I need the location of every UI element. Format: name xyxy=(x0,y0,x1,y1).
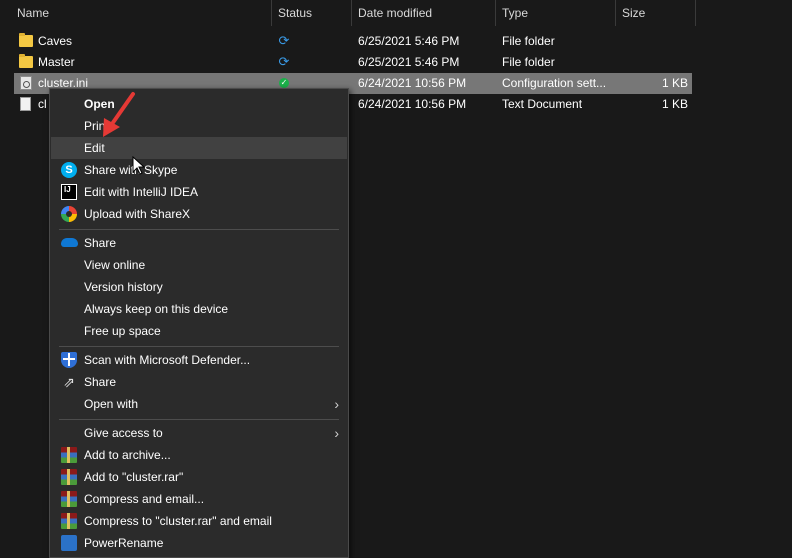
menu-item-edit[interactable]: Edit xyxy=(51,137,347,159)
menu-item-label: PowerRename xyxy=(84,536,164,550)
menu-item-label: Add to "cluster.rar" xyxy=(84,470,184,484)
menu-item-label: Compress and email... xyxy=(84,492,205,506)
menu-item-share[interactable]: ⇗ Share xyxy=(51,371,347,393)
file-name: Master xyxy=(38,55,75,69)
share-icon: ⇗ xyxy=(63,374,75,390)
menu-item-edit-intellij[interactable]: IJ Edit with IntelliJ IDEA xyxy=(51,181,347,203)
defender-shield-icon xyxy=(61,352,77,368)
menu-item-print[interactable]: Print xyxy=(51,115,347,137)
menu-separator xyxy=(59,346,339,347)
file-type: Configuration sett... xyxy=(502,76,607,90)
menu-item-always-keep[interactable]: Always keep on this device xyxy=(51,298,347,320)
chevron-right-icon: › xyxy=(334,396,339,412)
menu-item-label: Edit with IntelliJ IDEA xyxy=(84,185,199,199)
menu-item-share-skype[interactable]: S Share with Skype xyxy=(51,159,347,181)
menu-item-label: Edit xyxy=(84,141,105,155)
menu-item-view-online[interactable]: View online xyxy=(51,254,347,276)
menu-item-compress-email[interactable]: Compress and email... xyxy=(51,488,347,510)
column-date-modified[interactable]: Date modified xyxy=(352,0,495,26)
sync-pending-icon: ⟳ xyxy=(278,33,290,48)
file-row[interactable]: Caves ⟳ 6/25/2021 5:46 PM File folder xyxy=(14,31,692,52)
menu-separator xyxy=(59,419,339,420)
sharex-icon xyxy=(61,206,77,222)
sort-ascending-icon: ⌃ xyxy=(136,0,145,7)
menu-item-label: Share xyxy=(84,236,117,250)
folder-icon xyxy=(19,54,33,68)
sync-pending-icon: ⟳ xyxy=(278,54,290,69)
menu-item-open-with[interactable]: Open with › xyxy=(51,393,347,415)
menu-separator xyxy=(59,229,339,230)
menu-item-label: Free up space xyxy=(84,324,161,338)
skype-icon: S xyxy=(61,162,77,178)
menu-item-label: Share xyxy=(84,375,117,389)
file-date: 6/24/2021 10:56 PM xyxy=(358,76,467,90)
column-header: Name ⌃ Status Date modified Type Size xyxy=(0,0,792,26)
menu-item-label: Scan with Microsoft Defender... xyxy=(84,353,251,367)
winrar-icon xyxy=(61,469,77,485)
menu-item-power-rename[interactable]: PowerRename xyxy=(51,532,347,554)
menu-item-free-up-space[interactable]: Free up space xyxy=(51,320,347,342)
menu-item-upload-sharex[interactable]: Upload with ShareX xyxy=(51,203,347,225)
menu-item-label: Open with xyxy=(84,397,139,411)
mouse-cursor-icon xyxy=(132,156,146,175)
file-size xyxy=(620,31,688,52)
file-date: 6/25/2021 5:46 PM xyxy=(358,34,460,48)
menu-item-label: Open xyxy=(84,97,115,111)
column-type[interactable]: Type xyxy=(496,0,615,26)
file-date: 6/25/2021 5:46 PM xyxy=(358,55,460,69)
file-type: File folder xyxy=(502,55,555,69)
menu-item-compress-cluster-email[interactable]: Compress to "cluster.rar" and email xyxy=(51,510,347,532)
folder-icon xyxy=(19,33,33,47)
file-size: 1 KB xyxy=(661,97,688,111)
menu-item-add-cluster-rar[interactable]: Add to "cluster.rar" xyxy=(51,466,347,488)
menu-item-label: View online xyxy=(84,258,146,272)
menu-item-label: Give access to xyxy=(84,426,163,440)
file-row[interactable]: Master ⟳ 6/25/2021 5:46 PM File folder xyxy=(14,52,692,73)
winrar-icon xyxy=(61,491,77,507)
menu-item-give-access[interactable]: Give access to › xyxy=(51,422,347,444)
winrar-icon xyxy=(61,513,77,529)
menu-item-open[interactable]: Open xyxy=(51,93,347,115)
menu-item-label: Share with Skype xyxy=(84,163,178,177)
menu-item-label: Always keep on this device xyxy=(84,302,229,316)
context-menu: Open Print Edit S Share with Skype IJ Ed… xyxy=(49,88,349,558)
powerrename-icon xyxy=(61,535,77,551)
file-size xyxy=(620,52,688,73)
winrar-icon xyxy=(61,447,77,463)
chevron-right-icon: › xyxy=(334,425,339,441)
file-type: Text Document xyxy=(502,97,583,111)
file-name: Caves xyxy=(38,34,73,48)
column-size[interactable]: Size xyxy=(616,0,695,26)
menu-item-label: Compress to "cluster.rar" and email xyxy=(84,514,272,528)
menu-item-onedrive-share[interactable]: Share xyxy=(51,232,347,254)
menu-item-scan-defender[interactable]: Scan with Microsoft Defender... xyxy=(51,349,347,371)
menu-item-add-archive[interactable]: Add to archive... xyxy=(51,444,347,466)
intellij-icon: IJ xyxy=(61,184,77,200)
onedrive-cloud-icon xyxy=(61,238,78,247)
menu-item-version-history[interactable]: Version history xyxy=(51,276,347,298)
file-type: File folder xyxy=(502,34,555,48)
file-date: 6/24/2021 10:56 PM xyxy=(358,97,467,111)
menu-item-label: Print xyxy=(84,119,109,133)
column-divider[interactable] xyxy=(695,0,696,26)
menu-item-label: Add to archive... xyxy=(84,448,171,462)
menu-item-label: Version history xyxy=(84,280,163,294)
column-status[interactable]: Status xyxy=(272,0,352,26)
text-file-icon xyxy=(20,97,31,111)
file-size: 1 KB xyxy=(661,76,688,90)
menu-item-label: Upload with ShareX xyxy=(84,207,191,221)
available-check-icon: ✓ xyxy=(279,78,289,88)
config-file-icon xyxy=(20,76,32,90)
